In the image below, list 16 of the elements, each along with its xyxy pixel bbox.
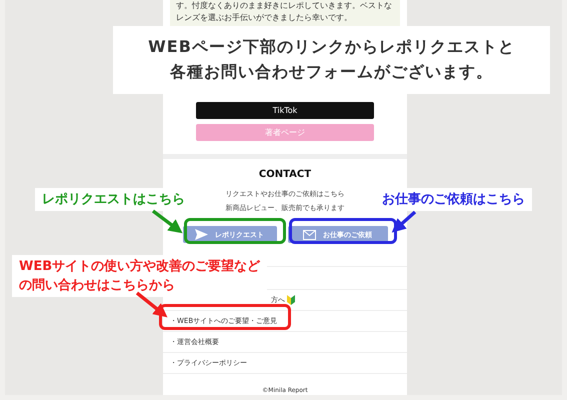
link-button[interactable]: TikTok	[196, 102, 374, 119]
beginner-mark-icon	[287, 295, 295, 305]
arrow	[152, 210, 183, 234]
banner-text: 各種お問い合わせフォームがございます。	[170, 62, 493, 83]
callout-text: の問い合わせはこちらから	[19, 277, 176, 295]
callout-text: レポリクエストはこちら	[42, 191, 185, 209]
intro-text: レンズを選ぶお手伝いができましたら幸いです。	[176, 12, 353, 24]
banner-text: WEBページ下部のリンクからレポリクエストと	[148, 37, 515, 58]
intro-text: す。忖度なくありのまま好きにレポしていきます。ベストな	[176, 0, 393, 12]
arrow	[136, 292, 168, 318]
arrow	[392, 210, 416, 233]
contact-title: CONTACT	[258, 169, 312, 180]
paper-plane-icon	[195, 229, 208, 240]
callout-text: お仕事のご依頼はこちら	[382, 191, 525, 209]
mail-icon	[303, 230, 316, 240]
callout-text: WEBサイトの使い方や改善のご要望など	[19, 258, 260, 276]
